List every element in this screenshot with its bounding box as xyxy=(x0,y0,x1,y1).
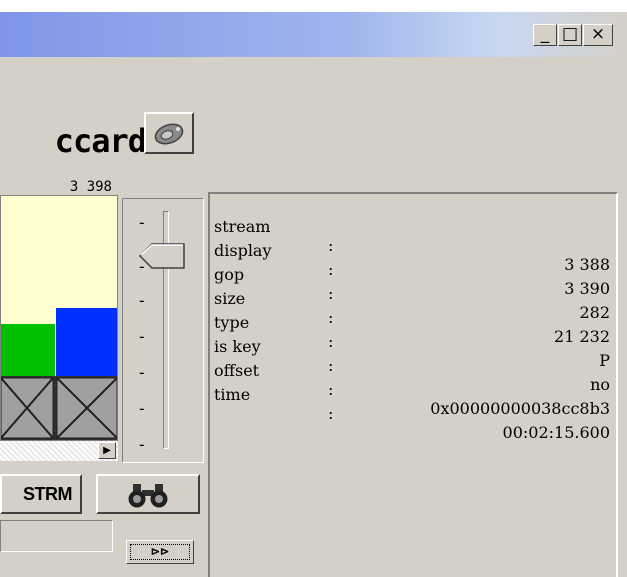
blue-block xyxy=(56,308,117,376)
skipped-blocks-icon xyxy=(1,377,117,439)
app-window: _ □ × ccard 3 398 ▶ - - - - - - - stream… xyxy=(0,12,627,577)
info-row-gop: gop : 282 xyxy=(214,246,610,322)
info-row-stream: stream : 3 388 xyxy=(214,198,610,274)
info-value: 0x00000000038cc8b3 xyxy=(430,399,610,418)
info-row-size: size : 21 232 xyxy=(214,270,610,346)
horizontal-scrollbar[interactable]: ▶ xyxy=(0,440,118,461)
info-key: time xyxy=(214,385,251,404)
app-logo: ccard xyxy=(0,116,150,172)
slider-tick: - xyxy=(137,327,147,346)
fast-forward-icon: ⊳⊳ xyxy=(130,544,190,560)
camera-button[interactable] xyxy=(144,112,194,154)
scroll-right-button[interactable]: ▶ xyxy=(98,442,116,459)
maximize-button[interactable]: □ xyxy=(558,24,582,46)
slider-tick: - xyxy=(137,435,147,454)
frame-counter: 3 398 xyxy=(69,179,112,195)
title-bar[interactable]: _ □ × xyxy=(0,12,627,57)
close-button[interactable]: × xyxy=(583,24,613,46)
camera-icon xyxy=(154,123,184,145)
zoom-slider-panel: - - - - - - - xyxy=(122,198,204,463)
frame-info-panel: stream : 3 388 display : 3 390 gop : 282… xyxy=(208,192,618,577)
info-row-display: display : 3 390 xyxy=(214,222,610,298)
video-preview xyxy=(0,195,118,447)
slider-thumb[interactable] xyxy=(139,243,185,269)
info-row-type: type : P xyxy=(214,294,610,370)
info-row-is-key: is key : no xyxy=(214,318,610,394)
logo-text: ccard xyxy=(54,122,147,160)
slider-tick: - xyxy=(137,399,147,418)
slider-tick: - xyxy=(137,213,147,232)
minimize-button[interactable]: _ xyxy=(533,24,557,46)
info-value: 00:02:15.600 xyxy=(502,423,610,442)
strm-button[interactable]: STRM xyxy=(0,474,82,514)
slider-tick: - xyxy=(137,363,147,382)
info-row-time: time : 00:02:15.600 xyxy=(214,366,610,442)
info-row-offset: offset : 0x00000000038cc8b3 xyxy=(214,342,610,418)
binoculars-icon xyxy=(128,484,168,508)
find-button[interactable] xyxy=(96,474,200,514)
goto-input[interactable] xyxy=(0,520,113,552)
info-separator: : xyxy=(328,404,334,423)
fast-forward-button[interactable]: ⊳⊳ xyxy=(126,540,194,564)
macroblock-row xyxy=(1,376,117,440)
slider-tick: - xyxy=(137,291,147,310)
